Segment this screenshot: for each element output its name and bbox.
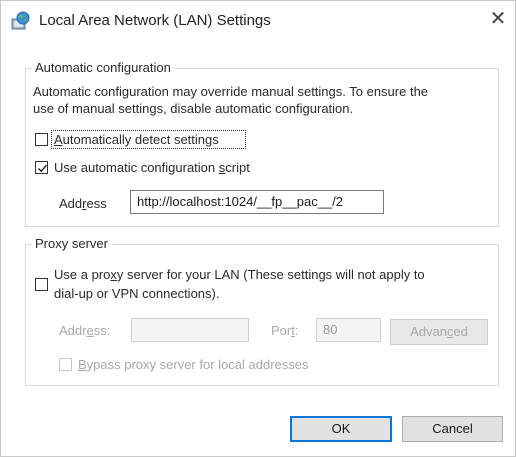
- bypass-local-label[interactable]: Bypass proxy server for local addresses: [78, 357, 308, 372]
- script-address-input[interactable]: http://localhost:1024/__fp__pac__/2: [130, 190, 384, 214]
- group-title-proxy-server: Proxy server: [32, 236, 111, 251]
- lan-settings-dialog: Local Area Network (LAN) Settings ✕ Auto…: [0, 0, 516, 457]
- proxy-address-label: Address:: [59, 323, 111, 338]
- close-button[interactable]: ✕: [487, 8, 509, 30]
- window-title: Local Area Network (LAN) Settings: [39, 12, 271, 29]
- script-address-label: Address: [59, 196, 107, 211]
- use-proxy-checkbox[interactable]: [35, 278, 48, 291]
- checkmark-icon: [38, 164, 48, 173]
- advanced-button[interactable]: Advanced: [390, 319, 488, 345]
- bypass-local-checkbox[interactable]: [59, 358, 72, 371]
- auto-config-description-line2: use of manual settings, disable automati…: [33, 101, 354, 116]
- close-icon: ✕: [489, 8, 507, 30]
- detect-settings-label[interactable]: Automatically detect settings: [54, 132, 219, 147]
- use-config-script-label[interactable]: Use automatic configuration script: [54, 160, 250, 175]
- group-title-automatic-configuration: Automatic configuration: [32, 60, 174, 75]
- use-proxy-label-line2[interactable]: dial-up or VPN connections).: [54, 286, 219, 301]
- proxy-port-label: Port:: [271, 323, 299, 338]
- cancel-button[interactable]: Cancel: [402, 416, 503, 442]
- ok-button[interactable]: OK: [290, 416, 392, 442]
- network-globe-icon: [11, 11, 31, 31]
- proxy-port-input[interactable]: 80: [316, 318, 381, 342]
- use-proxy-label-line1[interactable]: Use a proxy server for your LAN (These s…: [54, 267, 425, 282]
- detect-settings-checkbox[interactable]: [35, 133, 48, 146]
- title-bar: Local Area Network (LAN) Settings ✕: [1, 1, 515, 39]
- use-config-script-checkbox[interactable]: [35, 161, 48, 174]
- auto-config-description-line1: Automatic configuration may override man…: [33, 84, 429, 99]
- proxy-address-input[interactable]: [131, 318, 249, 342]
